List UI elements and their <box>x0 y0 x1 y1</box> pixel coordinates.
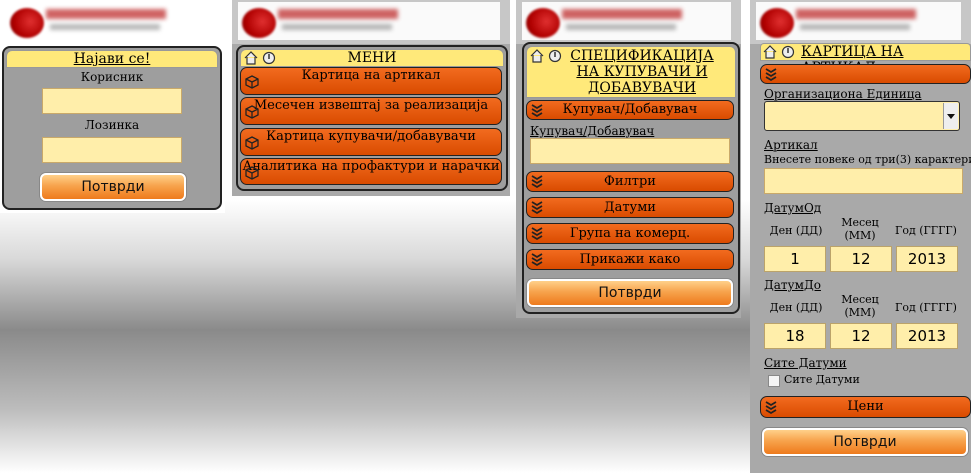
card-submit-button[interactable]: Потврди <box>762 428 968 456</box>
power-icon[interactable] <box>781 45 795 59</box>
login-panel: Најави се! Корисник Лозинка Потврди <box>0 0 225 213</box>
menu-frame: МЕНИ Картица на артикал Месечен извештај… <box>236 45 508 191</box>
menu-header: МЕНИ <box>240 49 504 67</box>
spec-header: СПЕЦИФИКАЦИЈА НА КУПУВАЧИ И ДОБАВУВАЧИ <box>526 46 736 98</box>
section-label: Цени <box>847 399 884 414</box>
username-label: Корисник <box>80 70 144 84</box>
to-year-input[interactable]: 2013 <box>896 323 958 349</box>
chevron-down-icon <box>531 253 543 266</box>
date-to-label: ДатумДо <box>764 278 821 292</box>
username-input[interactable] <box>42 88 182 114</box>
menu-title: МЕНИ <box>347 50 397 66</box>
section-label: Датуми <box>604 200 656 215</box>
article-input[interactable] <box>764 168 963 194</box>
all-dates-checkbox-label[interactable]: Сите Датуми <box>784 373 860 386</box>
section-dates[interactable]: Датуми <box>526 197 734 218</box>
login-submit-button[interactable]: Потврди <box>40 173 186 201</box>
menu-item-label: Картица на артикал <box>301 68 441 83</box>
section-label: Филтри <box>604 174 656 189</box>
from-month-input[interactable]: 12 <box>830 246 892 272</box>
menu-item-monthly-report[interactable]: Месечен извештај за реализација <box>240 97 502 125</box>
section-label: Прикажи како <box>579 252 681 267</box>
to-month-input[interactable]: 12 <box>830 323 892 349</box>
login-title-link[interactable]: Најави се! <box>74 51 151 67</box>
to-month-label: Месец (ММ) <box>841 293 879 319</box>
section-label: Група на комерц. <box>569 226 691 241</box>
customer-input[interactable] <box>530 138 730 164</box>
menu-item-label: Аналитика на профактури и нарачки <box>242 159 500 174</box>
cube-icon <box>245 136 259 150</box>
org-unit-label: Организациона Единица <box>764 87 922 101</box>
spec-frame: СПЕЦИФИКАЦИЈА НА КУПУВАЧИ И ДОБАВУВАЧИ К… <box>522 42 740 314</box>
card-header: КАРТИЦА НА АРТИКАЛ <box>760 43 971 76</box>
menu-item-label: Картица купувачи/добавувачи <box>266 129 476 144</box>
to-day-input[interactable]: 18 <box>764 323 826 349</box>
password-label: Лозинка <box>84 118 140 132</box>
section-filters[interactable]: Филтри <box>526 171 734 192</box>
chevron-down-icon <box>531 227 543 240</box>
cube-icon <box>245 166 259 180</box>
card-collapse-bar[interactable] <box>760 64 971 84</box>
from-year-label: Год (ГГГГ) <box>895 224 957 237</box>
home-icon[interactable] <box>530 49 544 63</box>
company-logo <box>516 0 741 44</box>
login-form: Најави се! Корисник Лозинка Потврди <box>2 46 222 210</box>
date-from-label: ДатумОд <box>764 201 822 215</box>
to-day-label: Ден (ДД) <box>769 301 823 314</box>
menu-panel: МЕНИ Картица на артикал Месечен извештај… <box>232 0 510 196</box>
all-dates-label: Сите Датуми <box>764 356 847 370</box>
menu-item-customer-card[interactable]: Картица купувачи/добавувачи <box>240 128 502 156</box>
power-icon[interactable] <box>548 49 562 63</box>
company-logo <box>0 0 225 44</box>
menu-item-label: Месечен извештај за реализација <box>253 98 489 113</box>
menu-item-article-card[interactable]: Картица на артикал <box>240 67 502 95</box>
power-icon[interactable] <box>262 51 276 65</box>
spec-submit-button[interactable]: Потврди <box>527 279 733 307</box>
article-label: Артикал <box>764 138 818 152</box>
section-display-as[interactable]: Прикажи како <box>526 249 734 270</box>
article-card-panel: КАРТИЦА НА АРТИКАЛ Организациона Единица… <box>750 0 971 473</box>
cube-icon <box>245 105 259 119</box>
from-day-label: Ден (ДД) <box>769 224 823 237</box>
password-input[interactable] <box>42 137 182 163</box>
chevron-down-icon <box>765 401 777 414</box>
menu-item-proforma-analytics[interactable]: Аналитика на профактури и нарачки <box>240 158 502 185</box>
from-year-input[interactable]: 2013 <box>896 246 958 272</box>
all-dates-checkbox[interactable] <box>768 375 780 387</box>
section-commercial-group[interactable]: Група на комерц. <box>526 223 734 244</box>
section-label: Купувач/Добавувач <box>562 102 698 117</box>
home-icon[interactable] <box>763 45 777 59</box>
spec-panel: СПЕЦИФИКАЦИЈА НА КУПУВАЧИ И ДОБАВУВАЧИ К… <box>516 0 741 318</box>
company-logo <box>750 0 971 44</box>
prices-section[interactable]: Цени <box>760 396 971 418</box>
spec-title: СПЕЦИФИКАЦИЈА НА КУПУВАЧИ И ДОБАВУВАЧИ <box>570 48 714 96</box>
dropdown-arrow-icon[interactable] <box>943 103 958 129</box>
section-customer[interactable]: Купувач/Добавувач <box>526 100 734 120</box>
login-header: Најави се! <box>6 50 218 68</box>
cube-icon <box>245 75 259 89</box>
org-unit-select[interactable] <box>764 101 960 131</box>
home-icon[interactable] <box>244 51 258 65</box>
from-day-input[interactable]: 1 <box>764 246 826 272</box>
chevron-down-icon <box>765 68 777 81</box>
customer-field-label: Купувач/Добавувач <box>530 124 655 138</box>
chevron-down-icon <box>531 104 543 117</box>
company-logo <box>232 0 510 44</box>
to-year-label: Год (ГГГГ) <box>895 301 957 314</box>
from-month-label: Месец (ММ) <box>841 216 879 242</box>
chevron-down-icon <box>531 201 543 214</box>
chevron-down-icon <box>531 175 543 188</box>
article-hint: Внесете повеке од три(3) карактери! <box>764 153 971 166</box>
